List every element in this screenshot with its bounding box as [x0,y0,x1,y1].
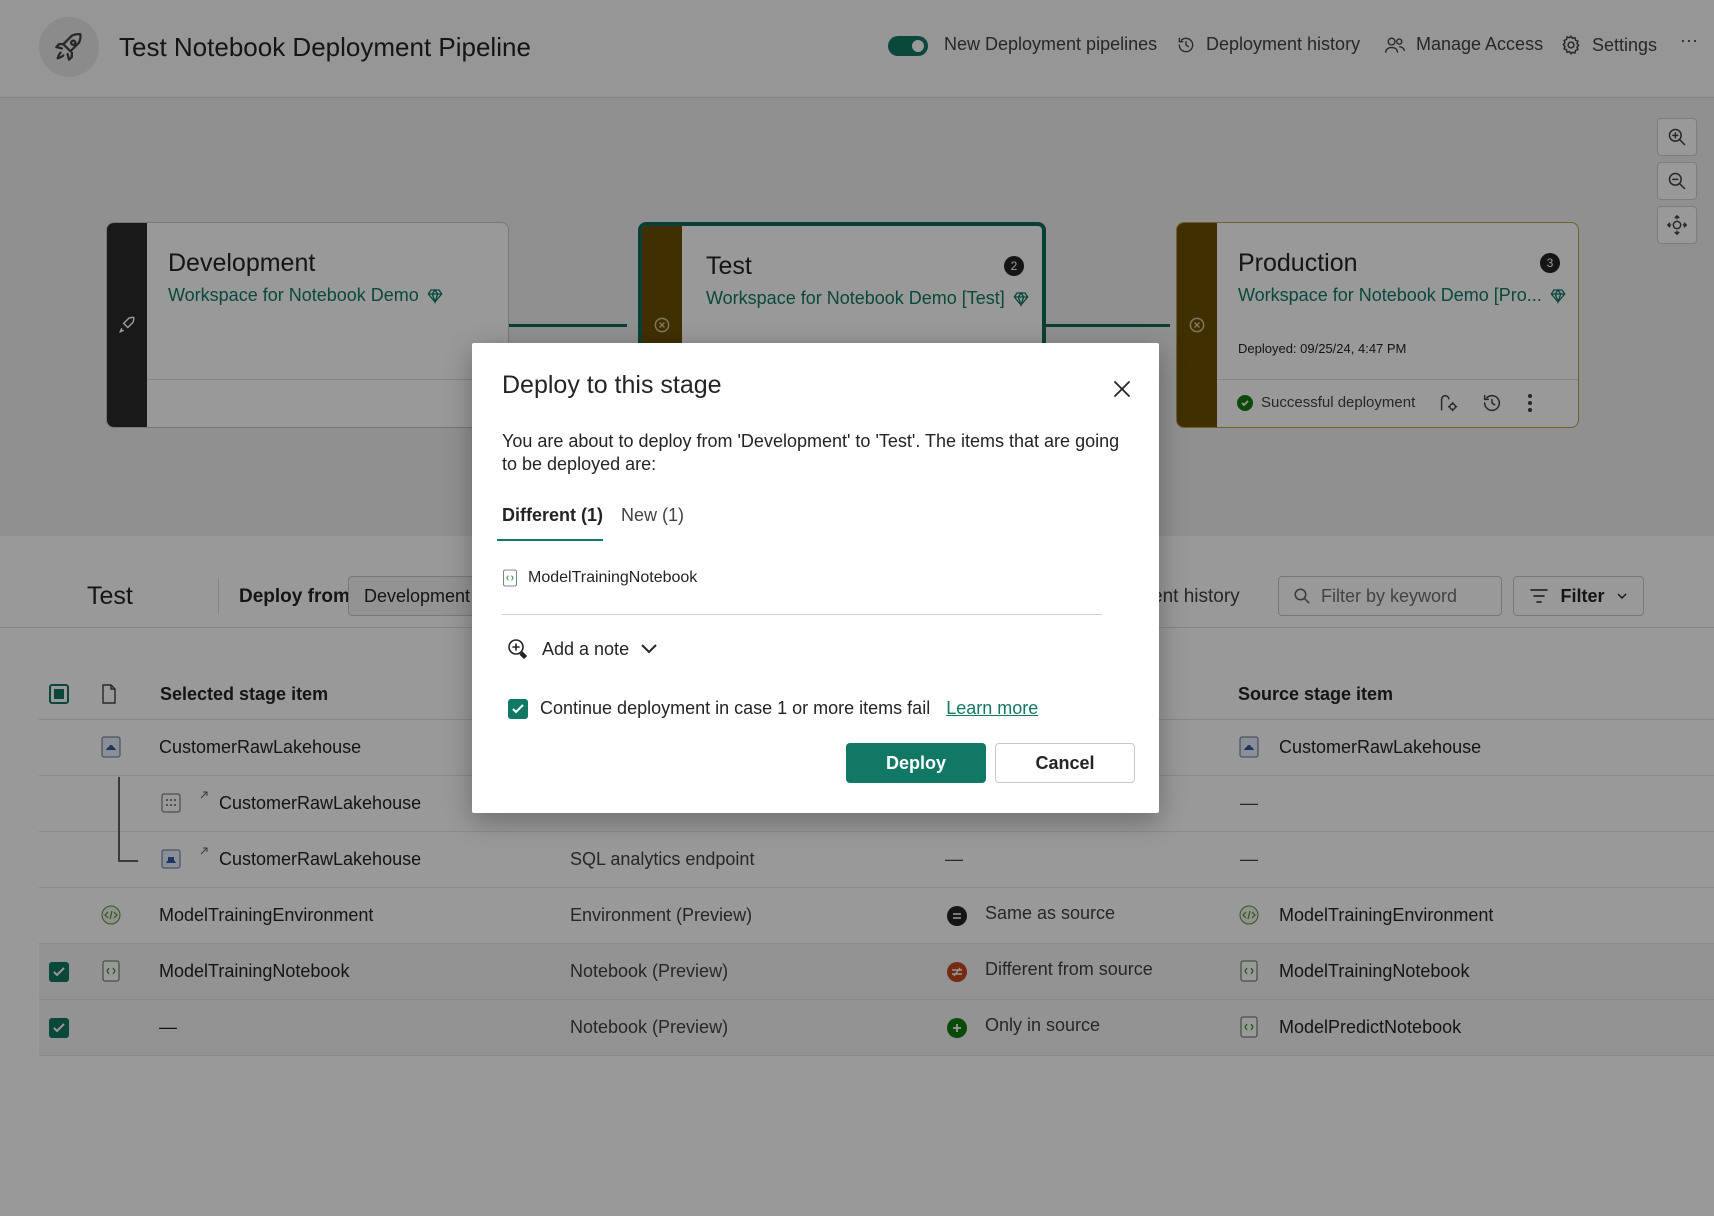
continue-deployment-option: Continue deployment in case 1 or more it… [508,698,1038,719]
close-icon[interactable] [1110,377,1134,401]
continue-deployment-label: Continue deployment in case 1 or more it… [540,698,931,718]
dialog-title: Deploy to this stage [502,371,722,399]
active-tab-indicator [497,539,603,541]
deploy-item: ModelTrainingNotebook [502,569,697,587]
deploy-item-name: ModelTrainingNotebook [528,569,698,586]
add-note-icon [508,639,528,660]
add-note-label: Add a note [542,638,630,659]
tab-new[interactable]: New (1) [621,505,684,526]
dialog-description: You are about to deploy from 'Developmen… [502,431,1120,474]
learn-more-link[interactable]: Learn more [946,698,1038,719]
tab-different[interactable]: Different (1) [502,505,603,526]
continue-deployment-checkbox[interactable] [508,698,528,719]
notebook-icon [503,569,517,587]
dialog-separator [502,614,1102,615]
chevron-down-icon [641,644,657,654]
add-note-toggle[interactable]: Add a note [506,637,657,661]
deploy-button[interactable]: Deploy [846,743,986,783]
deploy-dialog: Deploy to this stage You are about to de… [472,343,1159,813]
cancel-button[interactable]: Cancel [995,743,1135,783]
